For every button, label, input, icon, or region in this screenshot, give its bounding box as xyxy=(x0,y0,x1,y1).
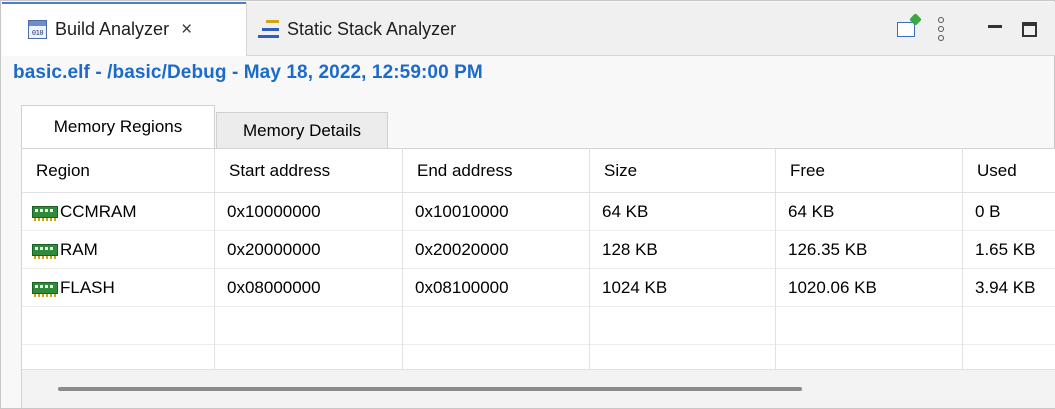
free-cell: 64 KB xyxy=(776,193,963,231)
table-row[interactable]: FLASH 0x08000000 0x08100000 1024 KB 1020… xyxy=(22,269,1055,307)
tab-memory-details[interactable]: Memory Details xyxy=(216,112,388,148)
size-cell: 128 KB xyxy=(590,231,776,269)
used-cell: 1.65 KB xyxy=(963,231,1055,269)
region-cell: RAM xyxy=(22,231,215,269)
scrollbar-thumb[interactable] xyxy=(58,387,802,391)
column-header-free[interactable]: Free xyxy=(776,149,963,193)
region-cell: FLASH xyxy=(22,269,215,307)
pin-icon[interactable] xyxy=(893,16,919,42)
memory-chip-icon xyxy=(32,243,58,259)
end-address-cell: 0x10010000 xyxy=(403,193,590,231)
view-menu-icon[interactable] xyxy=(928,16,954,42)
column-header-used[interactable]: Used xyxy=(963,149,1055,193)
horizontal-scrollbar[interactable] xyxy=(22,369,1055,408)
tab-build-analyzer[interactable]: 010 Build Analyzer × xyxy=(2,2,247,56)
region-name: FLASH xyxy=(60,277,115,297)
region-cell: CCMRAM xyxy=(22,193,215,231)
free-cell: 126.35 KB xyxy=(776,231,963,269)
maximize-icon[interactable] xyxy=(1016,16,1042,42)
column-header-size[interactable]: Size xyxy=(590,149,776,193)
tab-static-stack-analyzer[interactable]: Static Stack Analyzer xyxy=(248,2,508,56)
size-cell: 1024 KB xyxy=(590,269,776,307)
end-address-cell: 0x20020000 xyxy=(403,231,590,269)
build-analyzer-view: 010 Build Analyzer × Static Stack Analyz… xyxy=(0,0,1055,409)
memory-chip-icon xyxy=(32,205,58,221)
table-row[interactable]: CCMRAM 0x10000000 0x10010000 64 KB 64 KB… xyxy=(22,193,1055,231)
folder-tabs: Memory Regions Memory Details xyxy=(21,105,1055,148)
tab-build-analyzer-label: Build Analyzer xyxy=(55,18,170,39)
binary-file-icon: 010 xyxy=(28,19,47,39)
close-icon[interactable]: × xyxy=(181,20,192,39)
stack-icon xyxy=(258,20,279,38)
used-cell: 0 B xyxy=(963,193,1055,231)
start-address-cell: 0x20000000 xyxy=(215,231,403,269)
size-cell: 64 KB xyxy=(590,193,776,231)
memory-chip-icon xyxy=(32,281,58,297)
start-address-cell: 0x08000000 xyxy=(215,269,403,307)
empty-row xyxy=(22,333,1055,371)
end-address-cell: 0x08100000 xyxy=(403,269,590,307)
tab-static-stack-analyzer-label: Static Stack Analyzer xyxy=(287,18,457,39)
start-address-cell: 0x10000000 xyxy=(215,193,403,231)
used-cell: 3.94 KB xyxy=(963,269,1055,307)
view-tab-bar: 010 Build Analyzer × Static Stack Analyz… xyxy=(2,2,1055,56)
region-name: CCMRAM xyxy=(60,201,137,221)
memory-regions-table: Region Start address End address Size Fr… xyxy=(21,148,1055,408)
page-title: basic.elf - /basic/Debug - May 18, 2022,… xyxy=(13,62,483,83)
table-row[interactable]: RAM 0x20000000 0x20020000 128 KB 126.35 … xyxy=(22,231,1055,269)
table-header: Region Start address End address Size Fr… xyxy=(22,149,1055,193)
tab-memory-regions[interactable]: Memory Regions xyxy=(21,105,215,148)
minimize-icon[interactable] xyxy=(982,16,1008,42)
column-header-end-address[interactable]: End address xyxy=(403,149,590,193)
column-header-region[interactable]: Region xyxy=(22,149,215,193)
region-name: RAM xyxy=(60,239,98,259)
column-header-start-address[interactable]: Start address xyxy=(215,149,403,193)
free-cell: 1020.06 KB xyxy=(776,269,963,307)
